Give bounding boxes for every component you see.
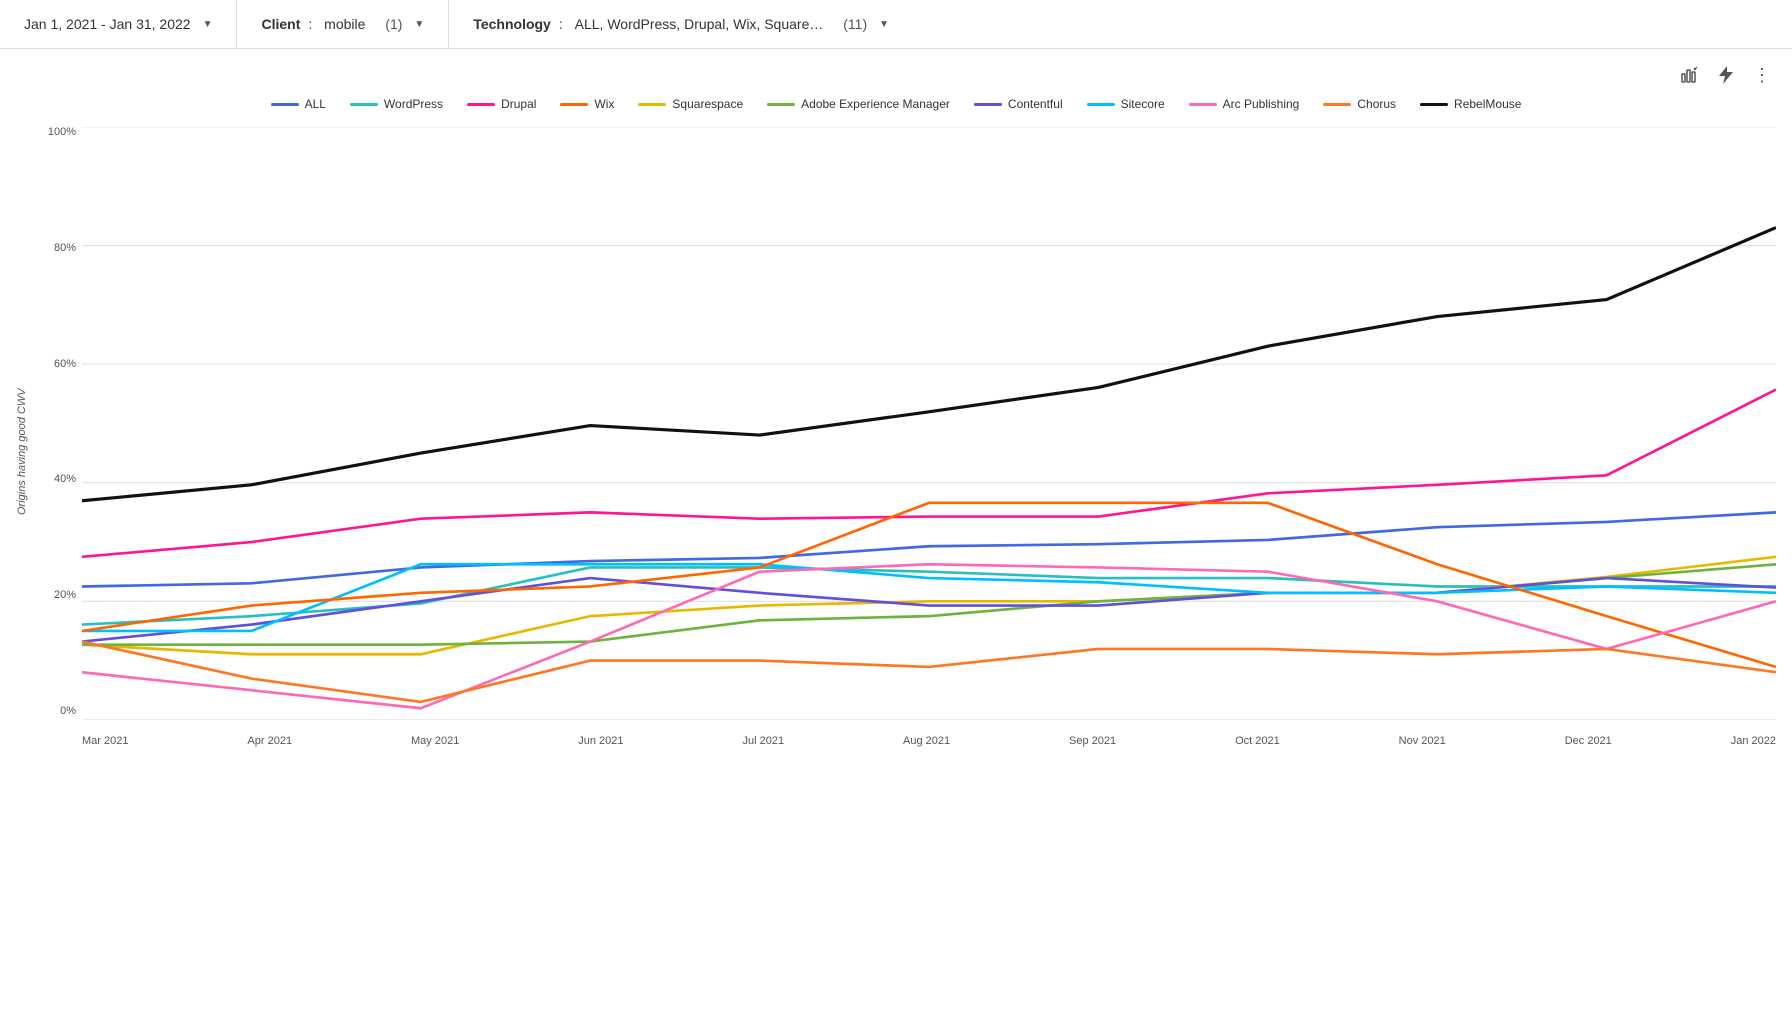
technology-filter-count: (11): [843, 16, 867, 32]
legend-color-arc: [1189, 103, 1217, 106]
legend-label-contentful: Contentful: [1008, 97, 1063, 111]
legend-label-wordpress: WordPress: [384, 97, 443, 111]
client-chevron: ▼: [414, 19, 424, 30]
chart-area: Origins having good CWV 100% 80% 60% 40%…: [16, 127, 1776, 747]
legend-item-contentful: Contentful: [974, 97, 1063, 111]
technology-filter[interactable]: Technology: ALL, WordPress, Drupal, Wix,…: [449, 0, 913, 48]
client-filter-value: mobile: [324, 16, 365, 32]
legend-color-all: [271, 103, 299, 106]
legend-label-all: ALL: [305, 97, 326, 111]
x-label-may2021: May 2021: [411, 735, 459, 747]
legend-item-chorus: Chorus: [1323, 97, 1396, 111]
client-filter[interactable]: Client: mobile (1) ▼: [237, 0, 449, 48]
client-filter-label: Client: [261, 16, 300, 32]
technology-filter-value: ALL, WordPress, Drupal, Wix, Square…: [575, 16, 824, 32]
technology-chevron: ▼: [879, 19, 889, 30]
legend-item-arc: Arc Publishing: [1189, 97, 1300, 111]
chart-container: ⋮ ALL WordPress Drupal Wix Squarespace A…: [0, 49, 1792, 763]
chart-type-icon[interactable]: [1676, 61, 1704, 89]
all-line: [82, 512, 1776, 586]
legend-item-drupal: Drupal: [467, 97, 536, 111]
legend-label-adobe: Adobe Experience Manager: [801, 97, 950, 111]
legend-label-arc: Arc Publishing: [1223, 97, 1300, 111]
x-label-dec2021: Dec 2021: [1565, 735, 1612, 747]
legend-item-wordpress: WordPress: [350, 97, 443, 111]
x-label-aug2021: Aug 2021: [903, 735, 950, 747]
legend-item-adobe: Adobe Experience Manager: [767, 97, 950, 111]
y-label-20: 20%: [38, 590, 82, 601]
date-filter[interactable]: Jan 1, 2021 - Jan 31, 2022 ▼: [0, 0, 237, 48]
legend-color-contentful: [974, 103, 1002, 106]
x-label-sep2021: Sep 2021: [1069, 735, 1116, 747]
legend-item-sitecore: Sitecore: [1087, 97, 1165, 111]
legend-label-squarespace: Squarespace: [672, 97, 743, 111]
y-label-40: 40%: [38, 474, 82, 485]
x-label-oct2021: Oct 2021: [1235, 735, 1280, 747]
x-label-mar2021: Mar 2021: [82, 735, 128, 747]
legend-item-squarespace: Squarespace: [638, 97, 743, 111]
lightning-icon[interactable]: [1712, 61, 1740, 89]
legend-color-wix: [560, 103, 588, 106]
date-label: Jan 1, 2021 - Jan 31, 2022: [24, 16, 191, 32]
legend-color-adobe: [767, 103, 795, 106]
legend-color-rebelmouse: [1420, 103, 1448, 106]
x-labels: Mar 2021 Apr 2021 May 2021 Jun 2021 Jul …: [82, 717, 1776, 747]
legend-label-wix: Wix: [594, 97, 614, 111]
legend-label-drupal: Drupal: [501, 97, 536, 111]
more-options-icon[interactable]: ⋮: [1748, 61, 1776, 89]
legend-color-wordpress: [350, 103, 378, 106]
line-chart-svg: [82, 127, 1776, 720]
y-axis-label: Origins having good CWV: [16, 127, 34, 747]
x-label-jun2021: Jun 2021: [578, 735, 623, 747]
y-label-80: 80%: [38, 243, 82, 254]
legend-label-sitecore: Sitecore: [1121, 97, 1165, 111]
top-bar: Jan 1, 2021 - Jan 31, 2022 ▼ Client: mob…: [0, 0, 1792, 49]
date-chevron: ▼: [203, 19, 213, 30]
legend-color-sitecore: [1087, 103, 1115, 106]
legend-color-squarespace: [638, 103, 666, 106]
legend-color-drupal: [467, 103, 495, 106]
technology-filter-label: Technology: [473, 16, 551, 32]
toolbar: ⋮: [16, 61, 1776, 89]
y-label-0: 0%: [38, 706, 82, 717]
x-label-apr2021: Apr 2021: [247, 735, 292, 747]
chorus-line: [82, 642, 1776, 702]
legend-item-wix: Wix: [560, 97, 614, 111]
client-filter-count: (1): [385, 16, 402, 32]
y-labels: 100% 80% 60% 40% 20% 0%: [38, 127, 82, 717]
legend-item-all: ALL: [271, 97, 326, 111]
x-label-jul2021: Jul 2021: [742, 735, 784, 747]
legend-item-rebelmouse: RebelMouse: [1420, 97, 1521, 111]
y-label-60: 60%: [38, 359, 82, 370]
chart-legend: ALL WordPress Drupal Wix Squarespace Ado…: [16, 97, 1776, 111]
chart-inner: 100% 80% 60% 40% 20% 0%: [38, 127, 1776, 747]
drupal-line: [82, 390, 1776, 557]
legend-label-rebelmouse: RebelMouse: [1454, 97, 1521, 111]
legend-color-chorus: [1323, 103, 1351, 106]
x-label-jan2022: Jan 2022: [1731, 735, 1776, 747]
legend-label-chorus: Chorus: [1357, 97, 1396, 111]
x-label-nov2021: Nov 2021: [1399, 735, 1446, 747]
y-label-100: 100%: [38, 127, 82, 138]
